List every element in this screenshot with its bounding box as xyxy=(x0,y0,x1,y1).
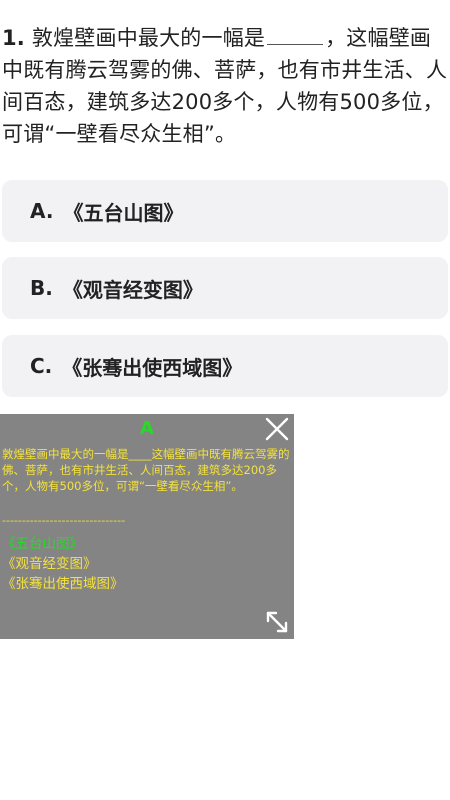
option-letter: A. xyxy=(30,199,54,223)
overlay-answer-letter: A xyxy=(140,418,154,439)
expand-icon[interactable] xyxy=(262,607,292,637)
question-text-before: 敦煌壁画中最大的一幅是 xyxy=(31,26,266,50)
question-text: 1. 敦煌壁画中最大的一幅是 ，这幅壁画中既有腾云驾雾的佛、菩萨，也有市井生活、人… xyxy=(2,22,448,150)
question-number: 1. xyxy=(2,26,25,50)
answer-blank xyxy=(267,24,324,45)
option-letter: B. xyxy=(30,276,53,300)
overlay-option-c: 《张骞出使西域图》 xyxy=(2,576,124,592)
option-label: 《五台山图》 xyxy=(63,200,184,225)
overlay-question-text: 敦煌壁画中最大的一幅是____这幅壁画中既有腾云驾雾的佛、菩萨，也有市井生活、人… xyxy=(2,447,290,493)
quiz-page: 1. 敦煌壁画中最大的一幅是 ，这幅壁画中既有腾云驾雾的佛、菩萨，也有市井生活、人… xyxy=(0,0,450,800)
option-label: 《观音经变图》 xyxy=(62,277,203,302)
option-label: 《张骞出使西域图》 xyxy=(62,355,243,380)
option-c[interactable]: C. 《张骞出使西域图》 xyxy=(2,335,448,397)
option-letter: C. xyxy=(30,354,53,378)
option-a[interactable]: A. 《五台山图》 xyxy=(2,180,448,242)
close-icon[interactable] xyxy=(264,416,290,442)
answer-overlay-panel[interactable]: A 敦煌壁画中最大的一幅是____这幅壁画中既有腾云驾雾的佛、菩萨，也有市井生活… xyxy=(0,414,294,639)
overlay-separator: ------------------------------- xyxy=(2,514,126,527)
overlay-option-b: 《观音经变图》 xyxy=(2,556,97,572)
overlay-option-a: 《五台山图》 xyxy=(2,536,83,552)
option-b[interactable]: B. 《观音经变图》 xyxy=(2,257,448,319)
